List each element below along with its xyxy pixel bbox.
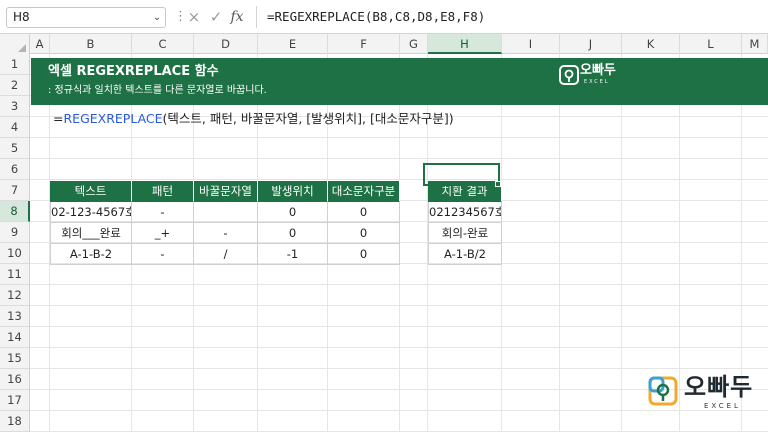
page-subtitle: : 정규식과 일치한 텍스트를 다른 문자열로 바꿉니다. [48, 85, 267, 96]
watermark-sub: EXCEL [704, 402, 741, 410]
chevron-down-icon[interactable]: ⌄ [150, 7, 164, 28]
row-header-6[interactable]: 6 [0, 159, 30, 180]
table-cell[interactable]: - [132, 202, 194, 223]
table-cell[interactable]: -1 [258, 244, 328, 265]
page-title: 엑셀 REGEXREPLACE 함수 [48, 64, 219, 79]
syntax-line[interactable]: =REGEXREPLACE(텍스트, 패턴, 바꿀문자열, [발생위치], [대… [53, 109, 454, 129]
row-header-16[interactable]: 16 [0, 369, 30, 390]
table-cell[interactable]: / [194, 244, 258, 265]
column-header-a[interactable]: A [30, 34, 50, 54]
table-cell[interactable] [194, 202, 258, 223]
row-header-5[interactable]: 5 [0, 138, 30, 159]
row-header-1[interactable]: 1 [0, 54, 30, 75]
cancel-icon[interactable]: × [184, 6, 204, 28]
enter-icon[interactable]: ✓ [206, 6, 226, 28]
row-header-14[interactable]: 14 [0, 327, 30, 348]
column-header-g[interactable]: G [400, 34, 428, 54]
column-gridline [621, 54, 622, 432]
column-header-e[interactable]: E [258, 34, 328, 54]
table-cell[interactable]: 0 [328, 223, 400, 244]
row-header-18[interactable]: 18 [0, 411, 30, 432]
table-header-cell: 바꿀문자열 [194, 181, 258, 202]
row-header-8[interactable]: 8 [0, 201, 30, 222]
result-cell[interactable]: A-1-B/2 [428, 244, 502, 265]
fill-handle[interactable] [495, 181, 501, 187]
table-header-cell: 대소문자구분 [328, 181, 400, 202]
table-cell[interactable]: 0 [258, 223, 328, 244]
row-header-17[interactable]: 17 [0, 390, 30, 411]
table-cell[interactable]: A-1-B-2 [50, 244, 132, 265]
column-header-j[interactable]: J [560, 34, 622, 54]
row-header-12[interactable]: 12 [0, 285, 30, 306]
table-header-cell: 패턴 [132, 181, 194, 202]
table-cell[interactable]: _+ [132, 223, 194, 244]
column-header-f[interactable]: F [328, 34, 400, 54]
brand-name: 오빠두 [580, 63, 616, 78]
table-header-cell: 발생위치 [258, 181, 328, 202]
column-header-k[interactable]: K [622, 34, 680, 54]
table-cell[interactable]: 0 [328, 244, 400, 265]
result-cell[interactable]: 021234567호 [428, 202, 502, 223]
syntax-args: (텍스트, 패턴, 바꿀문자열, [발생위치], [대소문자구분]) [162, 111, 454, 126]
row-header-11[interactable]: 11 [0, 264, 30, 285]
insert-function-icon[interactable]: fx [226, 6, 248, 28]
column-gridline [559, 54, 560, 432]
table-cell[interactable]: 0 [258, 202, 328, 223]
brand-sub: EXCEL [584, 79, 610, 85]
row-header-3[interactable]: 3 [0, 96, 30, 117]
name-box[interactable]: H8 [6, 7, 166, 28]
row-header-9[interactable]: 9 [0, 222, 30, 243]
column-header-c[interactable]: C [132, 34, 194, 54]
formula-input[interactable]: =REGEXREPLACE(B8,C8,D8,E8,F8) [256, 6, 766, 28]
column-header-l[interactable]: L [680, 34, 742, 54]
drag-handle-icon: ⋮ [174, 8, 187, 26]
row-header-4[interactable]: 4 [0, 117, 30, 138]
select-all-icon [18, 44, 26, 52]
column-header-h[interactable]: H [428, 34, 502, 54]
row-header-2[interactable]: 2 [0, 75, 30, 96]
table-cell[interactable]: 0 [328, 202, 400, 223]
row-header-7[interactable]: 7 [0, 180, 30, 201]
column-gridline [679, 54, 680, 432]
watermark-text: 오빠두 [684, 373, 754, 401]
column-header-d[interactable]: D [194, 34, 258, 54]
table-cell[interactable]: - [194, 223, 258, 244]
column-header-m[interactable]: M [742, 34, 768, 54]
brand-logo-icon [559, 65, 579, 85]
watermark-logo-icon [648, 376, 678, 406]
active-cell-border [423, 163, 500, 186]
row-header-15[interactable]: 15 [0, 348, 30, 369]
row-header-10[interactable]: 10 [0, 243, 30, 264]
column-header-b[interactable]: B [50, 34, 132, 54]
syntax-function: REGEXREPLACE [63, 111, 163, 126]
table-header-cell: 텍스트 [50, 181, 132, 202]
column-header-i[interactable]: I [502, 34, 560, 54]
table-cell[interactable]: - [132, 244, 194, 265]
syntax-prefix: = [53, 111, 64, 126]
row-header-13[interactable]: 13 [0, 306, 30, 327]
table-cell[interactable]: 회의___완료 [50, 223, 132, 244]
table-cell[interactable]: 02-123-4567호 [50, 202, 132, 223]
result-cell[interactable]: 회의-완료 [428, 223, 502, 244]
